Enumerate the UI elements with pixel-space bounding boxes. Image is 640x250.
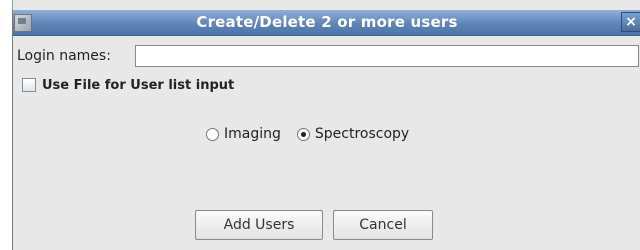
use-file-option[interactable]: Use File for User list input: [22, 76, 234, 94]
use-file-checkbox[interactable]: [22, 78, 36, 92]
dialog-title: Create/Delete 2 or more users: [196, 13, 458, 31]
login-names-input[interactable]: [135, 45, 639, 67]
add-users-button[interactable]: Add Users: [195, 210, 323, 240]
mode-radio-group: Imaging Spectroscopy: [206, 124, 425, 144]
imaging-radio[interactable]: [206, 127, 219, 141]
spectroscopy-label: Spectroscopy: [314, 126, 410, 142]
close-icon[interactable]: ×: [621, 12, 640, 32]
title-bar[interactable]: Create/Delete 2 or more users ×: [13, 10, 640, 36]
create-delete-users-dialog: Create/Delete 2 or more users × Login na…: [12, 10, 640, 250]
login-names-row: Login names:: [13, 45, 640, 69]
login-names-label: Login names:: [17, 48, 111, 64]
use-file-label: Use File for User list input: [42, 77, 235, 93]
imaging-label: Imaging: [224, 126, 281, 142]
spectroscopy-radio[interactable]: [296, 127, 310, 141]
cancel-button[interactable]: Cancel: [333, 210, 433, 240]
